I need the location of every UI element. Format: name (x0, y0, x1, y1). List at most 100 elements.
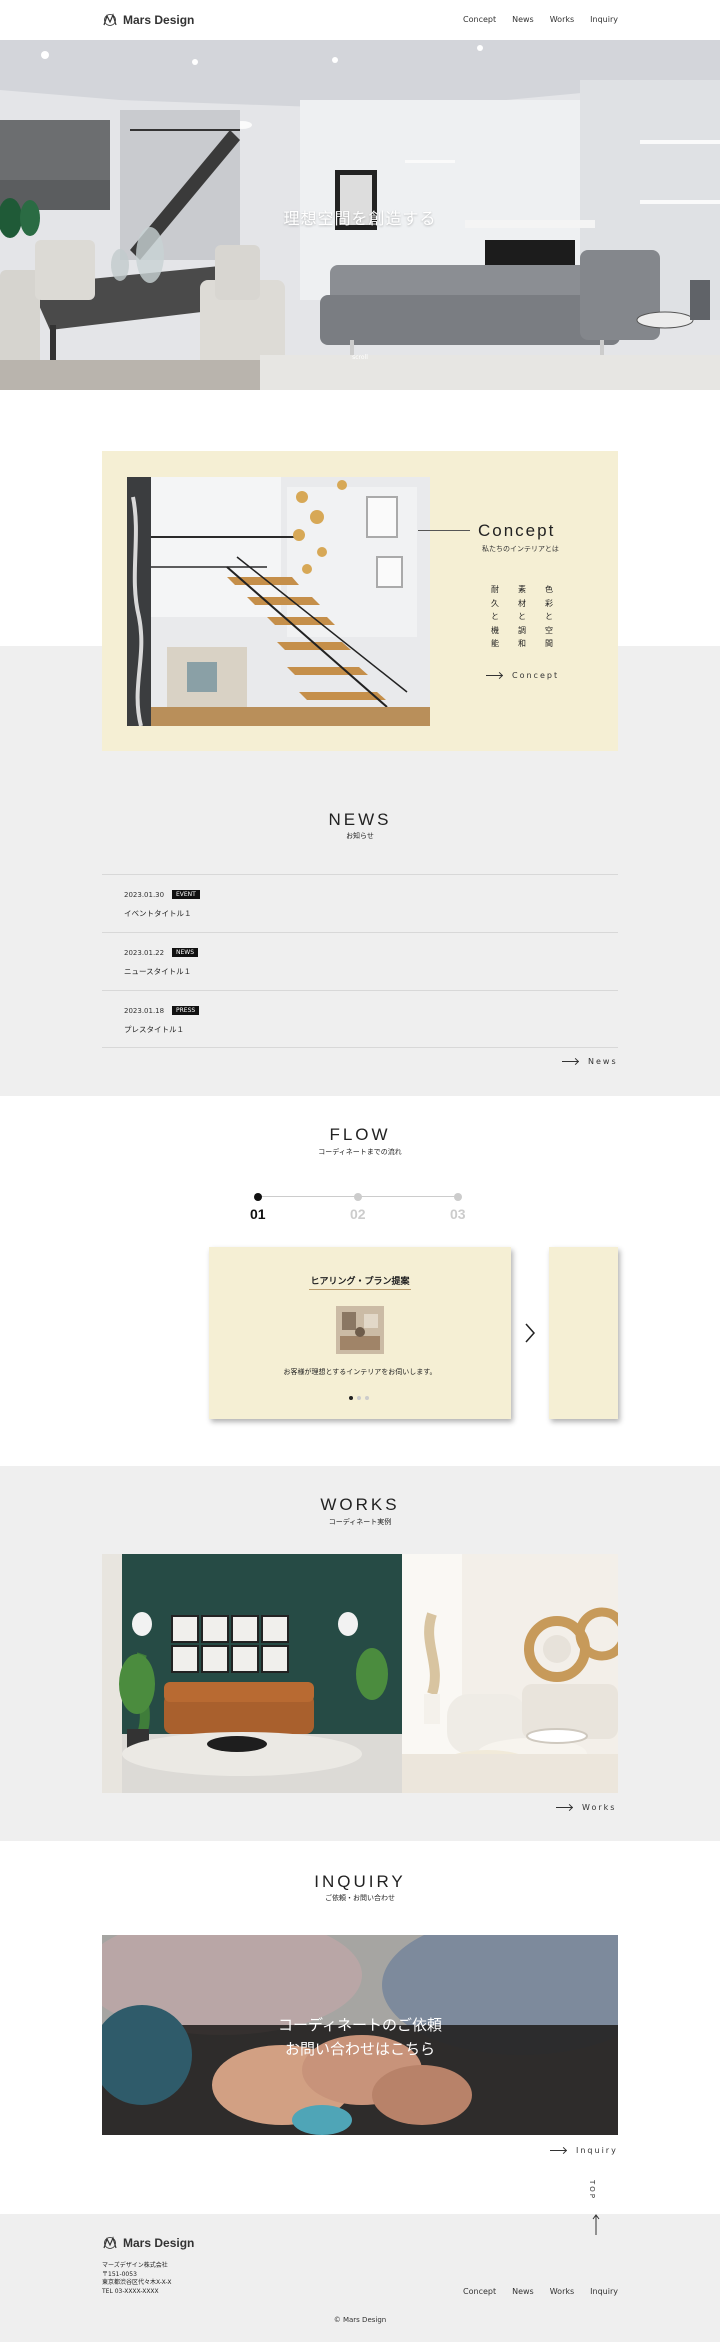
logo-mark-icon (103, 2236, 117, 2249)
inquiry-heading: INQUIRY (314, 1872, 406, 1891)
works-subheading: コーディネート実例 (328, 1518, 392, 1526)
copyright: © Mars Design (333, 2316, 387, 2324)
logo-text: Mars Design (123, 13, 195, 27)
flow-card-image (336, 1306, 384, 1354)
hero-title: 理想空間を創造する (283, 209, 437, 228)
back-to-top-button[interactable]: TOP (588, 2180, 604, 2235)
concept-vertical-text-1: 色彩と空間 (544, 583, 554, 651)
vertical-char: と (518, 612, 526, 621)
inquiry-banner-line-2: お問い合わせはこちら (284, 2040, 435, 2058)
logo-mark-icon (103, 13, 117, 26)
concept-link-label: Concept (512, 671, 560, 680)
pagination-dot-active[interactable] (349, 1396, 353, 1400)
vertical-char: 色 (545, 585, 553, 594)
top-label: TOP (588, 2180, 596, 2201)
news-tag-badge: NEWS (172, 948, 199, 957)
inquiry-more-link[interactable]: Inquiry (550, 2146, 618, 2155)
vertical-char: 和 (518, 639, 526, 648)
vertical-char: 耐 (491, 585, 499, 594)
news-item[interactable]: 2023.01.30 EVENT イベントタイトル１ (102, 874, 618, 932)
pagination-dot[interactable] (357, 1396, 361, 1400)
nav-inquiry[interactable]: Inquiry (590, 15, 618, 24)
news-title: プレスタイトル１ (124, 1025, 184, 1034)
concept-heading: Concept (478, 521, 556, 540)
flow-heading: FLOW (329, 1125, 391, 1144)
news-item[interactable]: 2023.01.22 NEWS ニュースタイトル１ (102, 932, 618, 990)
vertical-char: 空 (545, 625, 553, 635)
nav-news[interactable]: News (512, 15, 534, 24)
step-number-1: 01 (250, 1206, 266, 1222)
arrow-right-icon (486, 675, 502, 676)
news-more-link[interactable]: News (562, 1057, 618, 1066)
vertical-char: 材 (518, 598, 526, 608)
step-dot-3[interactable] (454, 1193, 462, 1201)
arrow-up-icon (592, 2214, 600, 2235)
works-heading: WORKS (320, 1495, 400, 1514)
chevron-right-icon[interactable] (524, 1322, 536, 1344)
arrow-right-icon (556, 1807, 572, 1808)
news-tag-badge: EVENT (172, 890, 200, 899)
pagination-dot[interactable] (365, 1396, 369, 1400)
hero-scroll-label[interactable]: scroll (340, 354, 380, 361)
arrow-right-icon (562, 1061, 578, 1062)
news-title: イベントタイトル１ (124, 909, 192, 918)
vertical-char: と (545, 612, 553, 621)
news-tag-badge: PRESS (172, 1006, 200, 1015)
step-dot-2[interactable] (354, 1193, 362, 1201)
flow-subheading: コーディネートまでの流れ (318, 1148, 402, 1156)
vertical-char: 彩 (545, 598, 553, 608)
news-date: 2023.01.30 (124, 891, 165, 899)
inquiry-banner[interactable]: コーディネートのご依頼 お問い合わせはこちら (102, 1935, 618, 2135)
street-address: 東京都渋谷区代々木X-X-X (102, 2279, 172, 2286)
concept-photo (127, 477, 430, 726)
concept-vertical-text-3: 耐久と機能 (490, 583, 500, 651)
arrow-right-icon (550, 2150, 566, 2151)
inquiry-banner-line-1: コーディネートのご依頼 (278, 2016, 442, 2034)
step-number-3: 03 (450, 1206, 466, 1222)
company-name: マーズデザイン株式会社 (102, 2262, 168, 2269)
footer-address: マーズデザイン株式会社 〒151-0053 東京都渋谷区代々木X-X-X TEL… (102, 2262, 171, 2296)
vertical-char: 能 (491, 639, 499, 648)
flow-card-underline (309, 1289, 411, 1290)
footer-logo[interactable]: Mars Design (102, 2234, 194, 2252)
news-date: 2023.01.22 (124, 949, 165, 957)
news-date: 2023.01.18 (124, 1007, 165, 1015)
staircase-illustration (127, 477, 430, 726)
works-interior-illustration (102, 1554, 618, 1793)
works-image[interactable] (102, 1554, 618, 1793)
footer-logo-text: Mars Design (123, 2236, 195, 2250)
footer-nav-works[interactable]: Works (550, 2287, 574, 2296)
concept-divider-line (418, 530, 470, 531)
concept-more-link[interactable]: Concept (486, 671, 559, 680)
footer-nav: Concept News Works Inquiry (463, 2287, 618, 2296)
step-dot-1[interactable] (254, 1193, 262, 1201)
news-link-label: News (588, 1057, 618, 1066)
step-number-2: 02 (350, 1206, 366, 1222)
concept-vertical-text-2: 素材と調和 (517, 583, 527, 651)
vertical-char: と (491, 612, 499, 621)
vertical-char: 機 (491, 625, 499, 635)
works-more-link[interactable]: Works (556, 1803, 616, 1812)
news-subheading: お知らせ (346, 832, 374, 840)
vertical-char: 間 (545, 639, 553, 648)
news-heading: NEWS (328, 810, 392, 829)
nav-concept[interactable]: Concept (463, 15, 496, 24)
footer-nav-concept[interactable]: Concept (463, 2287, 496, 2296)
nav-works[interactable]: Works (550, 15, 574, 24)
news-list: 2023.01.30 EVENT イベントタイトル１ 2023.01.22 NE… (102, 874, 618, 1048)
flow-card: ヒアリング・プラン提案 お客様が理想とするインテリアをお伺いします。 (209, 1247, 511, 1419)
inquiry-link-label: Inquiry (576, 2146, 618, 2155)
inquiry-subheading: ご依頼・お問い合わせ (325, 1894, 395, 1902)
header-nav: Concept News Works Inquiry (463, 15, 618, 24)
vertical-char: 久 (491, 598, 499, 608)
site-logo[interactable]: Mars Design (102, 11, 194, 29)
concept-subheading: 私たちのインテリアとは (482, 545, 559, 553)
footer-nav-inquiry[interactable]: Inquiry (590, 2287, 618, 2296)
vertical-char: 素 (518, 585, 526, 594)
flow-card-title: ヒアリング・プラン提案 (310, 1277, 410, 1287)
footer-nav-news[interactable]: News (512, 2287, 534, 2296)
news-title: ニュースタイトル１ (124, 967, 192, 976)
flow-step-indicator: 01 02 03 (250, 1190, 470, 1230)
flow-card-text: お客様が理想とするインテリアをお伺いします。 (283, 1368, 437, 1376)
news-item[interactable]: 2023.01.18 PRESS プレスタイトル１ (102, 990, 618, 1048)
